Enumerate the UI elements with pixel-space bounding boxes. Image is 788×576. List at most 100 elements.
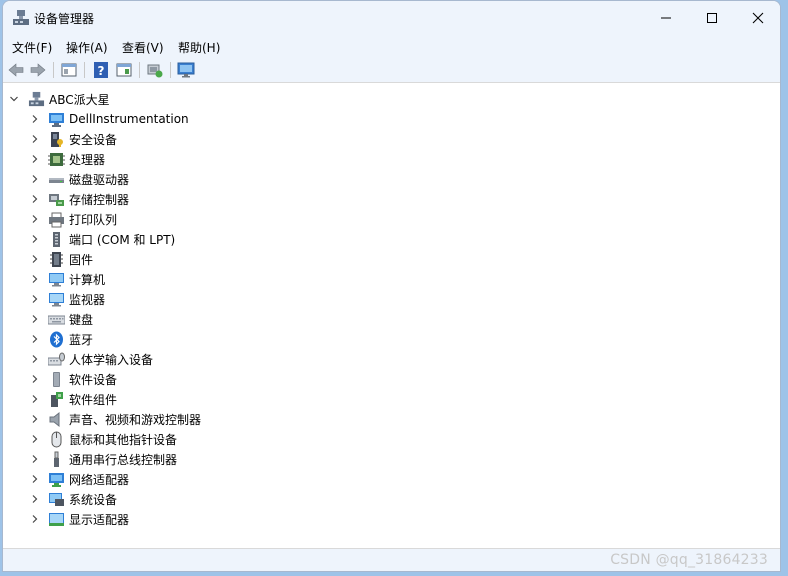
chevron-right-icon[interactable] [29, 273, 41, 285]
forward-arrow-icon[interactable] [29, 61, 47, 79]
tree-item[interactable]: 显示适配器 [29, 509, 129, 529]
disk-drive-icon [48, 171, 65, 188]
chevron-right-icon[interactable] [29, 113, 41, 125]
tree-item-label: 通用串行总线控制器 [69, 452, 178, 467]
tree-item[interactable]: 系统设备 [29, 489, 117, 509]
chevron-right-icon[interactable] [29, 153, 41, 165]
chevron-right-icon[interactable] [29, 433, 41, 445]
chevron-right-icon[interactable] [29, 313, 41, 325]
tree-item[interactable]: 磁盘驱动器 [29, 169, 129, 189]
device-manager-app-icon [12, 9, 30, 27]
tree-item[interactable]: 存储控制器 [29, 189, 129, 209]
chevron-right-icon[interactable] [29, 293, 41, 305]
tree-item[interactable]: DellInstrumentation [29, 109, 189, 129]
tree-item-label: 固件 [69, 252, 94, 267]
scan-hardware-icon[interactable] [146, 61, 164, 79]
tree-item-label: 蓝牙 [69, 332, 94, 347]
tree-item[interactable]: 蓝牙 [29, 329, 93, 349]
tree-item[interactable]: 安全设备 [29, 129, 117, 149]
security-key-icon [48, 131, 65, 148]
toolbar-separator [53, 62, 54, 78]
window-title: 设备管理器 [34, 12, 95, 26]
tree-item-label: 软件设备 [69, 372, 118, 387]
tree-item[interactable]: 固件 [29, 249, 93, 269]
tree-item[interactable]: 软件设备 [29, 369, 117, 389]
toolbar-separator [170, 62, 171, 78]
toolbar: ? [3, 58, 780, 83]
menu-help[interactable]: 帮助(H) [178, 39, 220, 56]
chevron-right-icon[interactable] [29, 133, 41, 145]
tree-item[interactable]: 通用串行总线控制器 [29, 449, 177, 469]
tree-item[interactable]: 计算机 [29, 269, 105, 289]
printer-icon [48, 211, 65, 228]
menu-action[interactable]: 操作(A) [66, 39, 108, 56]
tree-item-label: 鼠标和其他指针设备 [69, 432, 178, 447]
tree-item[interactable]: 网络适配器 [29, 469, 129, 489]
chevron-right-icon[interactable] [29, 253, 41, 265]
tree-item-label: 计算机 [69, 272, 106, 287]
svg-text:?: ? [98, 64, 105, 78]
close-button[interactable] [735, 1, 780, 35]
chevron-right-icon[interactable] [29, 333, 41, 345]
tree-root-label: ABC派大星 [49, 92, 110, 107]
port-icon [48, 231, 65, 248]
chevron-right-icon[interactable] [29, 373, 41, 385]
chevron-right-icon[interactable] [29, 173, 41, 185]
tree-item-label: DellInstrumentation [69, 112, 189, 126]
firmware-icon [48, 251, 65, 268]
maximize-button[interactable] [689, 1, 735, 35]
chevron-right-icon[interactable] [29, 493, 41, 505]
maximize-icon [707, 13, 717, 23]
tree-item-label: 磁盘驱动器 [69, 172, 130, 187]
chevron-right-icon[interactable] [29, 213, 41, 225]
chevron-right-icon[interactable] [29, 513, 41, 525]
back-arrow-icon[interactable] [7, 61, 25, 79]
chevron-right-icon[interactable] [29, 453, 41, 465]
processor-chip-icon [48, 151, 65, 168]
tree-item-label: 安全设备 [69, 132, 118, 147]
tree-item[interactable]: 处理器 [29, 149, 105, 169]
usb-icon [48, 451, 65, 468]
storage-controller-icon [48, 191, 65, 208]
watermark-text: CSDN @qq_31864233 [610, 552, 768, 568]
tree-root[interactable]: ABC派大星 [8, 89, 110, 109]
tree-item[interactable]: 键盘 [29, 309, 93, 329]
network-adapter-icon [48, 471, 65, 488]
tree-item[interactable]: 端口 (COM 和 LPT) [29, 229, 175, 249]
title-bar[interactable]: 设备管理器 [3, 1, 780, 35]
chevron-down-icon[interactable] [8, 93, 20, 105]
menu-file[interactable]: 文件(F) [12, 39, 52, 56]
chevron-right-icon[interactable] [29, 413, 41, 425]
chevron-right-icon[interactable] [29, 193, 41, 205]
tree-item[interactable]: 监视器 [29, 289, 105, 309]
chevron-right-icon[interactable] [29, 473, 41, 485]
tree-item-label: 声音、视频和游戏控制器 [69, 412, 202, 427]
minimize-icon [661, 17, 671, 19]
tree-item[interactable]: 鼠标和其他指针设备 [29, 429, 177, 449]
menu-view[interactable]: 查看(V) [122, 39, 164, 56]
view-pane-icon[interactable] [115, 61, 133, 79]
menu-bar: 文件(F) 操作(A) 查看(V) 帮助(H) [3, 35, 780, 58]
tree-item-label: 打印队列 [69, 212, 118, 227]
tree-item[interactable]: 打印队列 [29, 209, 117, 229]
tree-item-label: 监视器 [69, 292, 106, 307]
display-adapter-icon [48, 511, 65, 528]
chevron-right-icon[interactable] [29, 233, 41, 245]
device-tree[interactable]: ABC派大星 DellInstrumentation 安全设备处理器磁盘驱动器存储… [3, 83, 780, 549]
properties-pane-icon[interactable] [60, 61, 78, 79]
tree-item-label: 系统设备 [69, 492, 118, 507]
help-icon[interactable]: ? [92, 61, 110, 79]
tree-item[interactable]: 声音、视频和游戏控制器 [29, 409, 201, 429]
tree-item-label: 显示适配器 [69, 512, 130, 527]
computer-icon [48, 271, 65, 288]
tree-item-label: 端口 (COM 和 LPT) [69, 232, 176, 247]
chevron-right-icon[interactable] [29, 393, 41, 405]
tree-item[interactable]: 人体学输入设备 [29, 349, 153, 369]
tree-item-label: 存储控制器 [69, 192, 130, 207]
tree-item[interactable]: 软件组件 [29, 389, 117, 409]
monitor-icon[interactable] [177, 61, 195, 79]
software-device-icon [48, 371, 65, 388]
bluetooth-icon [48, 331, 65, 348]
chevron-right-icon[interactable] [29, 353, 41, 365]
minimize-button[interactable] [643, 1, 689, 35]
